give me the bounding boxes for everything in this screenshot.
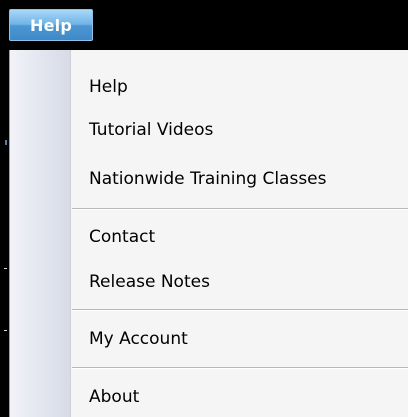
edge-mark [4,268,7,269]
help-dropdown-menu: Help Tutorial Videos Nationwide Training… [9,50,408,417]
menu-icon-column [10,50,71,417]
edge-mark [4,330,7,331]
menu-item-about[interactable]: About [89,382,139,412]
edge-mark [5,140,7,145]
menu-separator [72,367,408,369]
menu-item-release-notes[interactable]: Release Notes [89,267,210,297]
menu-item-help[interactable]: Help [89,72,128,102]
menu-item-my-account[interactable]: My Account [89,324,188,354]
menu-bar: Help [0,0,408,50]
menu-separator [72,208,408,210]
help-menu-button[interactable]: Help [9,9,93,41]
menu-separator [72,309,408,311]
menu-item-contact[interactable]: Contact [89,222,155,252]
menu-item-nationwide-training-classes[interactable]: Nationwide Training Classes [89,164,327,194]
background-edge [0,50,9,417]
menu-item-tutorial-videos[interactable]: Tutorial Videos [89,115,213,145]
